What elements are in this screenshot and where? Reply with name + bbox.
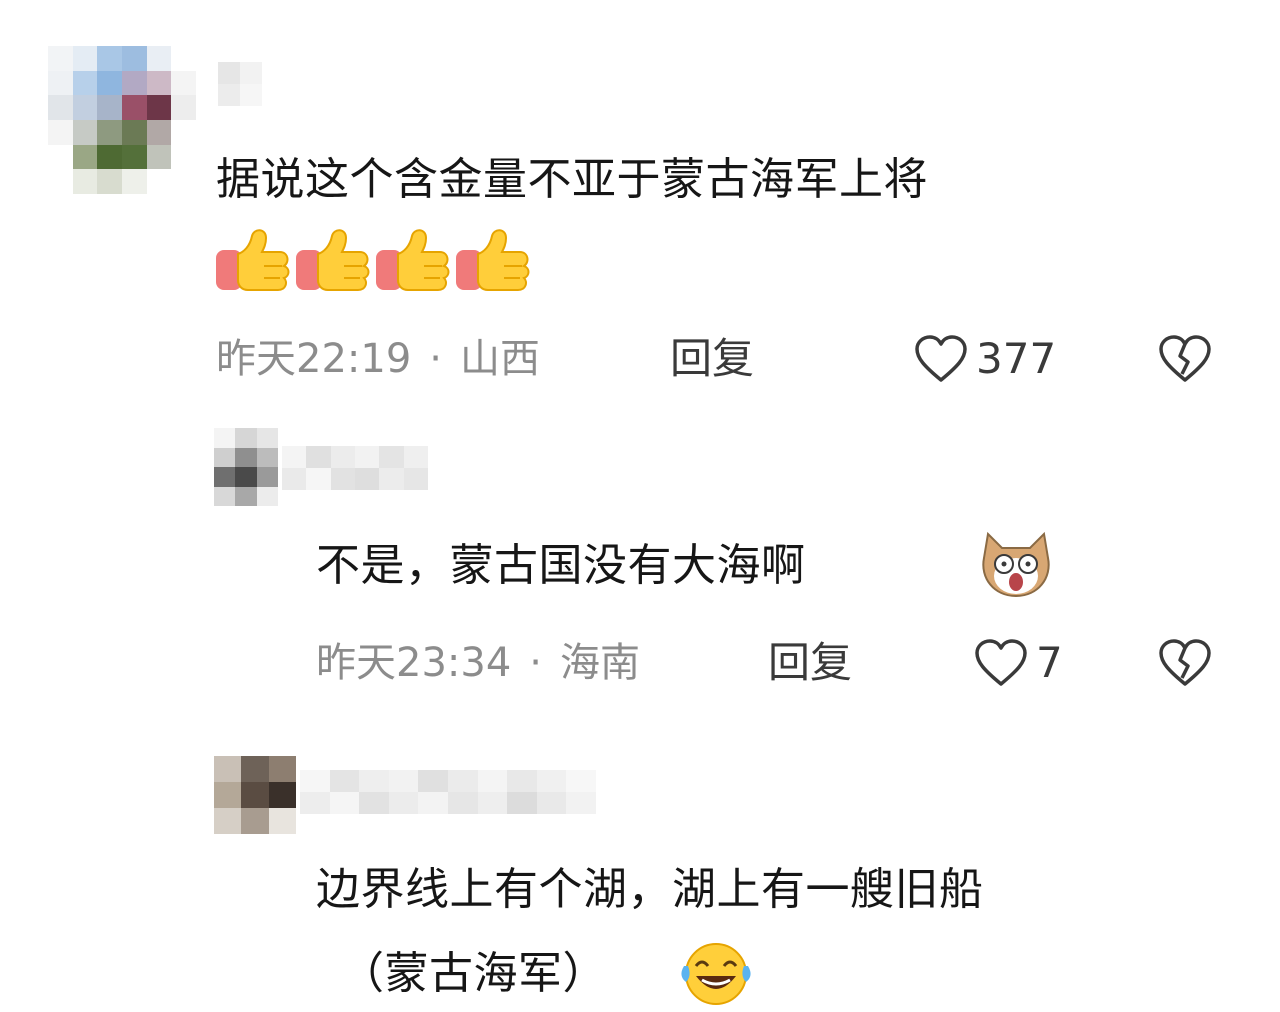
like-count: 7 [1036, 638, 1063, 687]
timestamp: 昨天23:34 [316, 640, 512, 686]
reply-button[interactable]: 回复 [768, 638, 852, 688]
heart-icon [975, 639, 1027, 686]
timestamp: 昨天22:19 [216, 336, 412, 382]
heart-icon [915, 335, 967, 382]
comment-text-line-1: 边界线上有个湖，湖上有一艘旧船 [316, 864, 984, 915]
avatar[interactable] [214, 428, 278, 506]
dislike-button[interactable] [1158, 334, 1212, 388]
avatar[interactable] [214, 756, 296, 834]
comment-text: 据说这个含金量不亚于蒙古海军上将 [216, 154, 928, 205]
dislike-button[interactable] [1158, 638, 1212, 692]
location: 山西 [460, 336, 540, 382]
shocked-dog-emoji [978, 528, 1054, 604]
thumbs-up-icon [215, 229, 530, 291]
laughing-tears-emoji [676, 936, 756, 1012]
separator: · [529, 640, 542, 686]
comment-text-line-2: （蒙古海军） [340, 948, 607, 999]
like-button[interactable]: 7 [974, 638, 1063, 688]
location: 海南 [560, 640, 640, 686]
shocked-dog-icon [982, 531, 1050, 598]
like-button[interactable]: 377 [914, 334, 1056, 384]
broken-heart-icon [1159, 335, 1211, 382]
comment-meta: 昨天22:19 · 山西 [216, 334, 540, 384]
comment-meta: 昨天23:34 · 海南 [316, 638, 640, 688]
avatar[interactable] [48, 46, 196, 194]
comment-text: 不是，蒙古国没有大海啊 [316, 540, 806, 591]
like-count: 377 [976, 334, 1057, 383]
laughing-tears-icon [681, 943, 751, 1005]
username[interactable] [300, 770, 596, 814]
username[interactable] [282, 446, 428, 490]
username[interactable] [218, 62, 262, 106]
reply-button[interactable]: 回复 [670, 334, 754, 384]
separator: · [429, 336, 442, 382]
broken-heart-icon [1159, 639, 1211, 686]
thumbs-up-emoji-group [214, 224, 534, 296]
